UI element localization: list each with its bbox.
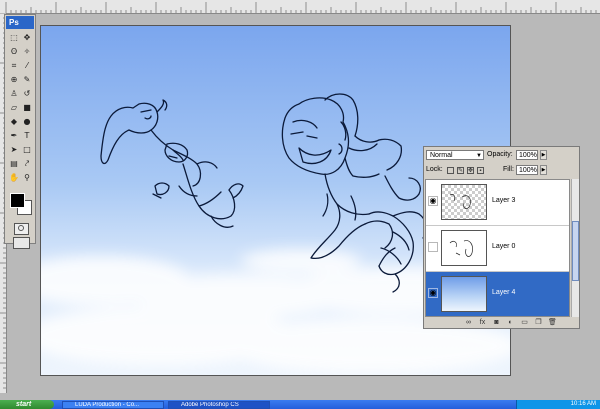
marquee-tool-icon[interactable]: ⬚ xyxy=(8,32,20,43)
visibility-eye-icon[interactable]: ◉ xyxy=(428,288,438,298)
fill-slider-button[interactable]: ▶ xyxy=(540,165,547,175)
quick-mask-icon[interactable] xyxy=(14,223,29,235)
layer-mask-icon[interactable]: ◙ xyxy=(492,319,501,327)
new-layer-icon[interactable]: ❐ xyxy=(534,319,543,327)
history-brush-tool-icon[interactable]: ↺ xyxy=(21,88,33,99)
layers-panel: Normal ▼ Opacity: 100% ▶ Lock: ✎ ✥ ▪ Fil… xyxy=(423,146,580,329)
layer-row-selected[interactable]: ◉ Layer 4 xyxy=(426,272,569,316)
crop-tool-icon[interactable]: ⌗ xyxy=(8,60,20,71)
visibility-eye-icon[interactable]: ◉ xyxy=(428,196,438,206)
lock-all-icon[interactable]: ▪ xyxy=(477,167,484,174)
new-group-icon[interactable]: ▭ xyxy=(520,319,529,327)
layer-row[interactable]: Layer 0 xyxy=(426,226,569,272)
visibility-toggle[interactable] xyxy=(428,242,438,252)
lock-position-icon[interactable]: ✥ xyxy=(467,167,474,174)
layer-thumbnail xyxy=(441,184,487,220)
type-tool-icon[interactable]: T xyxy=(21,130,33,141)
healing-tool-icon[interactable]: ⊕ xyxy=(8,74,20,85)
zoom-tool-icon[interactable]: ⚲ xyxy=(21,172,33,183)
blur-tool-icon[interactable]: ◆ xyxy=(8,116,20,127)
system-tray: 10:16 AM xyxy=(516,400,600,409)
start-button[interactable]: start xyxy=(0,400,54,409)
slice-tool-icon[interactable]: ⁄ xyxy=(21,60,33,71)
notes-tool-icon[interactable]: ▤ xyxy=(8,158,20,169)
pen-tool-icon[interactable]: ✒ xyxy=(8,130,20,141)
path-selection-tool-icon[interactable]: ➤ xyxy=(8,144,20,155)
lasso-tool-icon[interactable]: ʘ xyxy=(8,46,20,57)
horizontal-ruler xyxy=(0,0,600,14)
lock-bar: Lock: ✎ ✥ ▪ Fill: 100% ▶ xyxy=(424,164,579,178)
adjustment-layer-icon[interactable]: ◐ xyxy=(506,319,515,327)
link-layers-icon[interactable]: ∞ xyxy=(464,319,473,327)
trash-icon[interactable]: 🗑 xyxy=(548,319,557,327)
scrollbar-thumb[interactable] xyxy=(572,221,579,281)
eyedropper-tool-icon[interactable]: ⤤ xyxy=(21,158,33,169)
fill-input[interactable]: 100% xyxy=(516,165,538,175)
layer-list: ◉ Layer 3 Layer 0 ◉ Layer 4 xyxy=(425,179,570,317)
opacity-slider-button[interactable]: ▶ xyxy=(540,150,547,160)
magic-wand-tool-icon[interactable]: ✧ xyxy=(21,46,33,57)
taskbar-item[interactable]: LUDA Production - Co... xyxy=(62,401,164,409)
taskbar-item-active[interactable]: Adobe Photoshop CS xyxy=(168,401,270,409)
shape-tool-icon[interactable]: □ xyxy=(21,144,33,155)
clock: 10:16 AM xyxy=(570,401,596,407)
layer-row[interactable]: ◉ Layer 3 xyxy=(426,180,569,226)
foreground-color-swatch[interactable] xyxy=(10,193,25,208)
eraser-tool-icon[interactable]: ▱ xyxy=(8,102,20,113)
opacity-label: Opacity: xyxy=(487,151,513,158)
lock-transparency-icon[interactable] xyxy=(447,167,454,174)
taskbar: start LUDA Production - Co... Adobe Phot… xyxy=(0,400,600,409)
brush-tool-icon[interactable]: ✎ xyxy=(21,74,33,85)
lock-pixels-icon[interactable]: ✎ xyxy=(457,167,464,174)
photoshop-logo[interactable]: Ps xyxy=(6,16,34,29)
layer-style-icon[interactable]: fx xyxy=(478,319,487,327)
layer-name: Layer 0 xyxy=(492,243,516,250)
dodge-tool-icon[interactable]: ● xyxy=(21,116,33,127)
layer-thumbnail xyxy=(441,276,487,312)
move-tool-icon[interactable]: ✥ xyxy=(21,32,33,43)
fill-label: Fill: xyxy=(503,166,514,173)
screen-mode-icon[interactable] xyxy=(13,237,30,249)
layer-name: Layer 3 xyxy=(492,197,516,204)
opacity-input[interactable]: 100% xyxy=(516,150,538,160)
layers-panel-footer: ∞ fx ◙ ◐ ▭ ❐ 🗑 xyxy=(424,318,579,329)
layers-scrollbar[interactable] xyxy=(571,179,579,317)
stamp-tool-icon[interactable]: ♙ xyxy=(8,88,20,99)
layer-name: Layer 4 xyxy=(492,289,516,296)
layers-panel-header: Normal ▼ Opacity: 100% ▶ xyxy=(424,147,579,163)
chevron-down-icon: ▼ xyxy=(476,153,482,159)
lock-label: Lock: xyxy=(426,166,443,173)
blend-mode-dropdown[interactable]: Normal ▼ xyxy=(426,150,484,160)
gradient-tool-icon[interactable]: ■ xyxy=(21,102,33,113)
toolbox: Ps ⬚ ✥ ʘ ✧ ⌗ ⁄ ⊕ ✎ ♙ ↺ ▱ ■ ◆ ● ✒ T ➤ □ ▤ ⤤ ✋ ⚲ xyxy=(4,14,36,249)
blend-mode-value: Normal xyxy=(430,152,453,159)
hand-tool-icon[interactable]: ✋ xyxy=(8,172,20,183)
layer-thumbnail xyxy=(441,230,487,266)
